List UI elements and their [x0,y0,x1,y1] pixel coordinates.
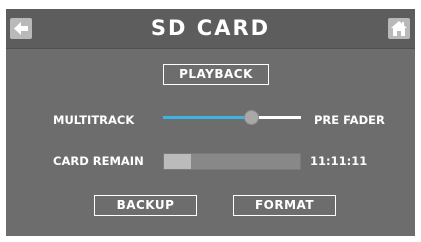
playback-button[interactable]: PLAYBACK [163,64,269,85]
format-button[interactable]: FORMAT [233,195,336,216]
title-bar: SD CARD [6,9,415,49]
sd-card-screen: SD CARD PLAYBACK MULTITRACK PRE FADER CA… [6,9,415,236]
backup-button[interactable]: BACKUP [94,195,197,216]
card-remain-time: 11:11:11 [310,154,368,168]
slider-fill [163,116,252,119]
source-slider[interactable] [163,110,301,125]
card-remain-fill [164,154,192,169]
home-icon [391,21,407,36]
multitrack-label: MULTITRACK [53,113,135,127]
page-title: SD CARD [150,16,271,40]
card-remain-label: CARD REMAIN [53,154,144,168]
pre-fader-label: PRE FADER [314,113,385,127]
slider-handle[interactable] [244,110,260,125]
home-button[interactable] [388,18,410,39]
card-remain-meter [163,153,301,170]
